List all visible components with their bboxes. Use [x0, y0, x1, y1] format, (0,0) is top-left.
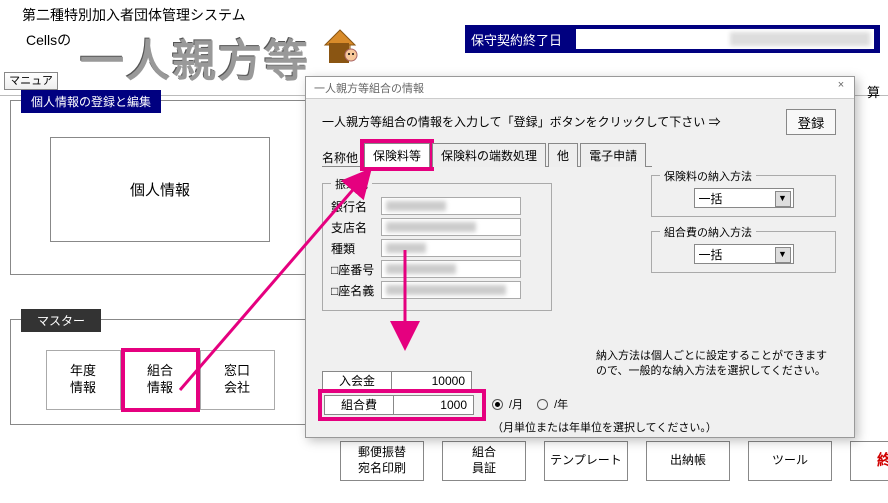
close-icon[interactable]: × — [832, 79, 850, 95]
maintenance-bar: 保守契約終了日 — [465, 25, 880, 53]
maintenance-label: 保守契約終了日 — [471, 30, 562, 49]
nyukin-value[interactable]: 10000 — [392, 371, 472, 391]
method-note: 納入方法は個人ごとに設定することができますので、一般的な納入方法を選択してくださ… — [596, 349, 836, 380]
tab-other[interactable]: 他 — [548, 143, 578, 167]
logo-text: 一人親方等 — [80, 25, 310, 89]
period-note: （月単位または年単位を選択してください。） — [492, 421, 838, 436]
union-method-legend: 組合費の納入方法 — [660, 224, 756, 240]
branch-label: 支店名 — [331, 219, 381, 236]
panel-title-personal: 個人情報の登録と編集 — [21, 90, 161, 113]
tab-fraction[interactable]: 保険料の端数処理 — [432, 143, 546, 167]
period-month-label: /月 — [509, 396, 523, 412]
manual-button[interactable]: マニュアル — [4, 72, 58, 90]
panel-title-master: マスター — [21, 309, 101, 332]
period-year-radio[interactable] — [537, 399, 548, 410]
tab-hoken[interactable]: 保険料等 — [364, 143, 430, 167]
kumiai-value[interactable]: 1000 — [394, 395, 474, 415]
nyukin-label: 入会金 — [322, 371, 392, 391]
acctno-field[interactable] — [381, 260, 521, 278]
acctno-label: □座番号 — [331, 261, 381, 278]
tab-group-label: 名称他 — [322, 149, 358, 166]
acctname-field[interactable] — [381, 281, 521, 299]
transfer-legend: 振込先 — [331, 176, 372, 192]
acctname-label: □座名義 — [331, 282, 381, 299]
system-title: 第二種特別加入者団体管理システム — [22, 5, 246, 25]
exit-button[interactable]: 終了 — [850, 441, 888, 481]
logo-icon — [320, 25, 360, 65]
bank-label: 銀行名 — [331, 198, 381, 215]
register-button[interactable]: 登録 — [786, 109, 836, 135]
calc-hint: 算 — [867, 82, 880, 101]
dialog-title-bar: 一人親方等組合の情報 × — [306, 77, 854, 99]
period-month-radio[interactable] — [492, 399, 503, 410]
tab-eapp[interactable]: 電子申請 — [580, 143, 646, 167]
dialog-prompt: 一人親方等組合の情報を入力して「登録」ボタンをクリックして下さい ⇒ — [322, 113, 838, 130]
type-field[interactable] — [381, 239, 521, 257]
bank-field[interactable] — [381, 197, 521, 215]
year-info-button[interactable]: 年度 情報 — [46, 350, 121, 410]
branch-field[interactable] — [381, 218, 521, 236]
union-info-dialog: 一人親方等組合の情報 × 一人親方等組合の情報を入力して「登録」ボタンをクリック… — [305, 76, 855, 438]
system-subtitle: Cellsの — [26, 30, 71, 50]
hoken-method-legend: 保険料の納入方法 — [660, 168, 756, 184]
hoken-method-select[interactable]: 一括 — [694, 188, 794, 208]
union-info-button[interactable]: 組合 情報 — [123, 350, 198, 410]
madoguchi-button[interactable]: 窓口 会社 — [200, 350, 275, 410]
period-year-label: /年 — [554, 396, 568, 412]
kumiai-label: 組合費 — [324, 395, 394, 415]
maintenance-value — [576, 29, 874, 49]
personal-info-button[interactable]: 個人情報 — [50, 137, 270, 242]
dialog-title: 一人親方等組合の情報 — [314, 80, 424, 96]
union-method-select[interactable]: 一括 — [694, 244, 794, 264]
type-label: 種類 — [331, 240, 381, 257]
